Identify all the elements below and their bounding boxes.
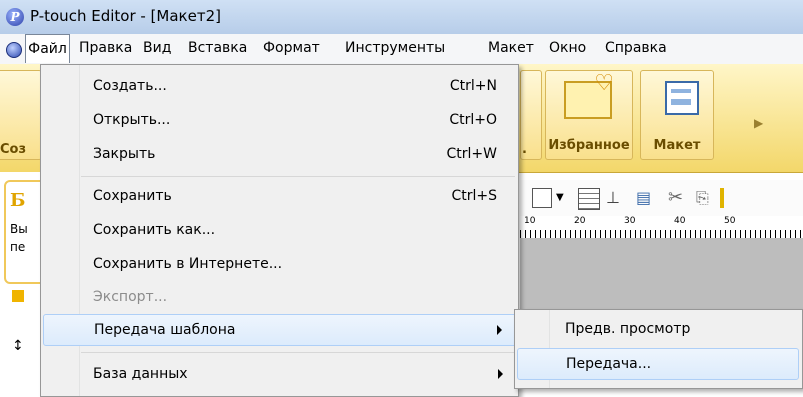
app-logo-icon[interactable]: P (6, 8, 24, 26)
layout-canvas[interactable] (520, 238, 803, 318)
transfer-submenu: Предв. просмотр Передача... (514, 309, 803, 389)
menu-insert[interactable]: Вставка (188, 34, 247, 63)
menu-file[interactable]: Файл (25, 34, 70, 63)
dropdown-arrow-icon[interactable]: ▼ (556, 188, 576, 208)
ruler-label: 10 (524, 216, 536, 226)
note-line-1: Вы (10, 222, 28, 236)
align-icon[interactable]: ⊥ (606, 188, 626, 208)
document-control-icon[interactable] (6, 42, 22, 58)
menu-item-label: Открыть... (93, 112, 171, 128)
menu-item-shortcut: Ctrl+S (451, 188, 497, 204)
ribbon-layout-button[interactable]: Макет (640, 70, 714, 160)
layout-label: Макет (653, 138, 701, 153)
clipart-icon[interactable]: ▤ (636, 188, 656, 208)
frame-icon[interactable] (532, 188, 552, 208)
menu-tools[interactable]: Инструменты (345, 34, 445, 63)
color-marker-icon (12, 290, 24, 302)
ribbon-partial-label: . (522, 142, 527, 157)
title-bar: P P-touch Editor - [Макет2] (0, 0, 803, 34)
ribbon-favorites-button[interactable]: Избранное (545, 70, 633, 160)
note-line-2: пе (10, 240, 26, 254)
menu-item-save-as[interactable]: Сохранить как... (43, 215, 517, 247)
menu-bar: Файл Правка Вид Вставка Формат Инструмен… (0, 34, 803, 65)
horizontal-ruler: 10 20 30 40 50 (520, 216, 803, 239)
favorites-folder-icon (564, 71, 614, 119)
edit-toolbar: ▼ ⊥ ▤ ✂ ⎘ (520, 180, 803, 217)
menu-item-label: Создать... (93, 78, 167, 94)
window-title: P-touch Editor - [Макет2] (30, 7, 221, 25)
menu-item-shortcut: Ctrl+O (449, 112, 497, 128)
menu-item-save-online[interactable]: Сохранить в Интернете... (43, 249, 517, 281)
menu-item-label: Предв. просмотр (565, 321, 691, 337)
menu-view[interactable]: Вид (143, 34, 171, 63)
submenu-item-preview[interactable]: Предв. просмотр (517, 314, 801, 346)
menu-item-new[interactable]: Создать... Ctrl+N (43, 71, 517, 103)
cut-icon[interactable]: ✂ (668, 188, 688, 208)
menu-item-close[interactable]: Закрыть Ctrl+W (43, 139, 517, 171)
menu-format[interactable]: Формат (263, 34, 320, 63)
menu-item-database[interactable]: База данных (43, 359, 517, 391)
table-icon[interactable] (578, 188, 600, 210)
ribbon-expand-icon[interactable]: ▶ (754, 116, 763, 130)
menu-item-label: Сохранить (93, 188, 172, 204)
copy-icon[interactable]: ⎘ (696, 188, 716, 208)
menu-window[interactable]: Окно (549, 34, 586, 63)
menu-separator (81, 176, 515, 177)
menu-item-transfer-template[interactable]: Передача шаблона (43, 314, 517, 346)
ruler-label: 30 (624, 216, 636, 226)
menu-item-label: Передача шаблона (94, 322, 236, 338)
menu-item-label: Сохранить в Интернете... (93, 256, 283, 272)
menu-item-label: Экспорт... (93, 289, 168, 305)
submenu-arrow-icon (497, 325, 502, 335)
menu-item-label: Закрыть (93, 146, 156, 162)
menu-item-export: Экспорт... (43, 282, 517, 314)
ribbon-create-label: Соз (0, 142, 27, 157)
menu-item-label: Передача... (566, 356, 652, 372)
ruler-label: 40 (674, 216, 686, 226)
menu-separator (81, 352, 515, 353)
menu-item-save[interactable]: Сохранить Ctrl+S (43, 181, 517, 213)
menu-item-shortcut: Ctrl+W (446, 146, 497, 162)
menu-edit[interactable]: Правка (79, 34, 132, 63)
menu-item-label: Сохранить как... (93, 222, 216, 238)
favorites-label: Избранное (548, 138, 630, 153)
note-title: Б (10, 190, 26, 211)
ruler-label: 20 (574, 216, 586, 226)
text-cursor-icon: ↕ (12, 338, 24, 354)
paste-icon[interactable] (720, 188, 724, 208)
ruler-label: 50 (724, 216, 736, 226)
submenu-item-transfer[interactable]: Передача... (517, 348, 799, 380)
menu-item-shortcut: Ctrl+N (449, 78, 497, 94)
submenu-arrow-icon (498, 369, 503, 379)
file-menu: Создать... Ctrl+N Открыть... Ctrl+O Закр… (40, 64, 519, 397)
layout-icon (665, 81, 699, 115)
menu-item-open[interactable]: Открыть... Ctrl+O (43, 105, 517, 137)
menu-help[interactable]: Справка (605, 34, 667, 63)
menu-layout[interactable]: Макет (488, 34, 534, 63)
menu-item-label: База данных (93, 366, 188, 382)
